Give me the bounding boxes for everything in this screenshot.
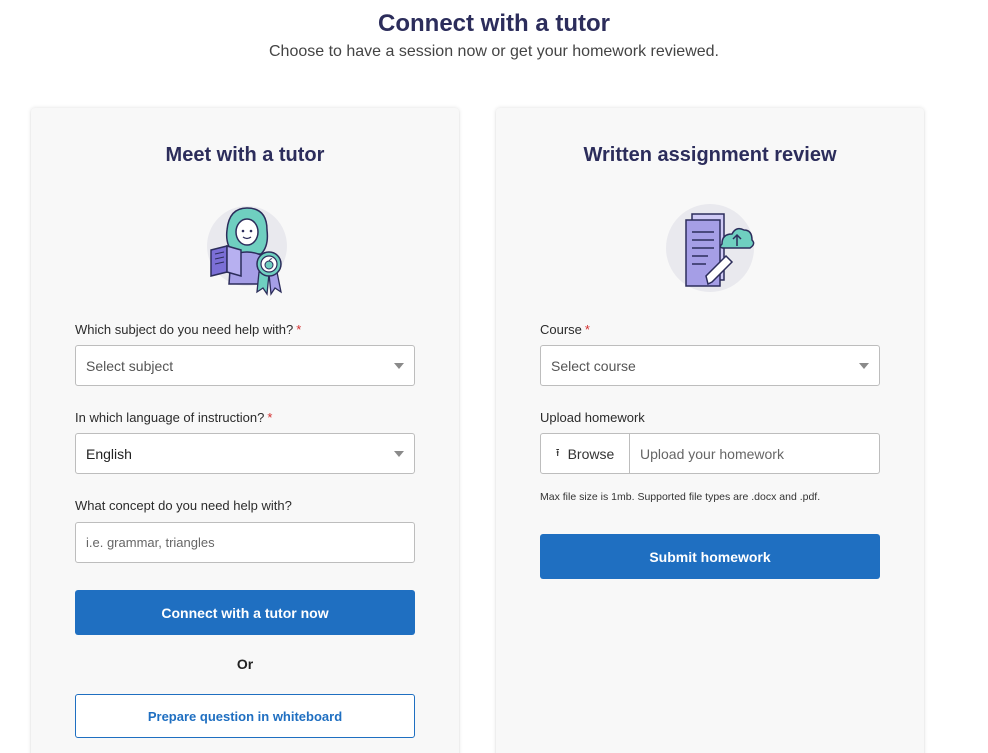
connect-tutor-button[interactable]: Connect with a tutor now	[75, 590, 415, 635]
concept-input-placeholder: i.e. grammar, triangles	[86, 535, 215, 550]
required-marker: *	[584, 322, 590, 337]
required-marker: *	[296, 322, 302, 337]
upload-label: Upload homework	[540, 410, 645, 425]
chevron-down-icon	[394, 363, 404, 369]
concept-label: What concept do you need help with?	[75, 498, 292, 513]
chevron-down-icon	[394, 451, 404, 457]
browse-label: Browse	[567, 445, 615, 462]
subject-select-value: Select subject	[86, 357, 174, 374]
upload-arrow-icon: ⭱	[555, 447, 560, 459]
subject-select[interactable]: Select subject	[75, 345, 415, 386]
subject-label: Which subject do you need help with? *	[75, 322, 301, 337]
subject-label-text: Which subject do you need help with?	[75, 322, 294, 337]
upload-field: ⭱ Browse Upload your homework	[540, 433, 880, 474]
course-select-value: Select course	[551, 357, 636, 374]
language-select-value: English	[86, 445, 132, 462]
language-label-text: In which language of instruction?	[75, 410, 265, 425]
tutor-illustration-icon	[197, 200, 293, 296]
course-select[interactable]: Select course	[540, 345, 880, 386]
language-select[interactable]: English	[75, 433, 415, 474]
required-marker: *	[267, 410, 273, 425]
page-subtitle: Choose to have a session now or get your…	[268, 43, 719, 60]
meet-tutor-title: Meet with a tutor	[165, 144, 325, 166]
whiteboard-button[interactable]: Prepare question in whiteboard	[75, 694, 415, 738]
or-divider-text: Or	[236, 656, 254, 672]
language-label: In which language of instruction? *	[75, 410, 272, 425]
course-label: Course *	[540, 322, 590, 337]
concept-input[interactable]: i.e. grammar, triangles	[75, 522, 415, 563]
browse-button[interactable]: ⭱ Browse	[541, 434, 630, 473]
assignment-review-card: Written assignment review Course * Select…	[496, 108, 924, 753]
course-label-text: Course	[540, 322, 582, 337]
meet-tutor-card: Meet with a tutor Which subject do you n…	[31, 108, 459, 753]
chevron-down-icon	[859, 363, 869, 369]
page-title: Connect with a tutor	[378, 10, 610, 37]
upload-hint: Max file size is 1mb. Supported file typ…	[540, 491, 821, 503]
submit-homework-button[interactable]: Submit homework	[540, 534, 880, 579]
upload-input[interactable]: Upload your homework	[630, 434, 784, 473]
assignment-review-title: Written assignment review	[583, 144, 837, 166]
upload-placeholder: Upload your homework	[640, 445, 784, 462]
document-upload-icon	[662, 200, 758, 296]
